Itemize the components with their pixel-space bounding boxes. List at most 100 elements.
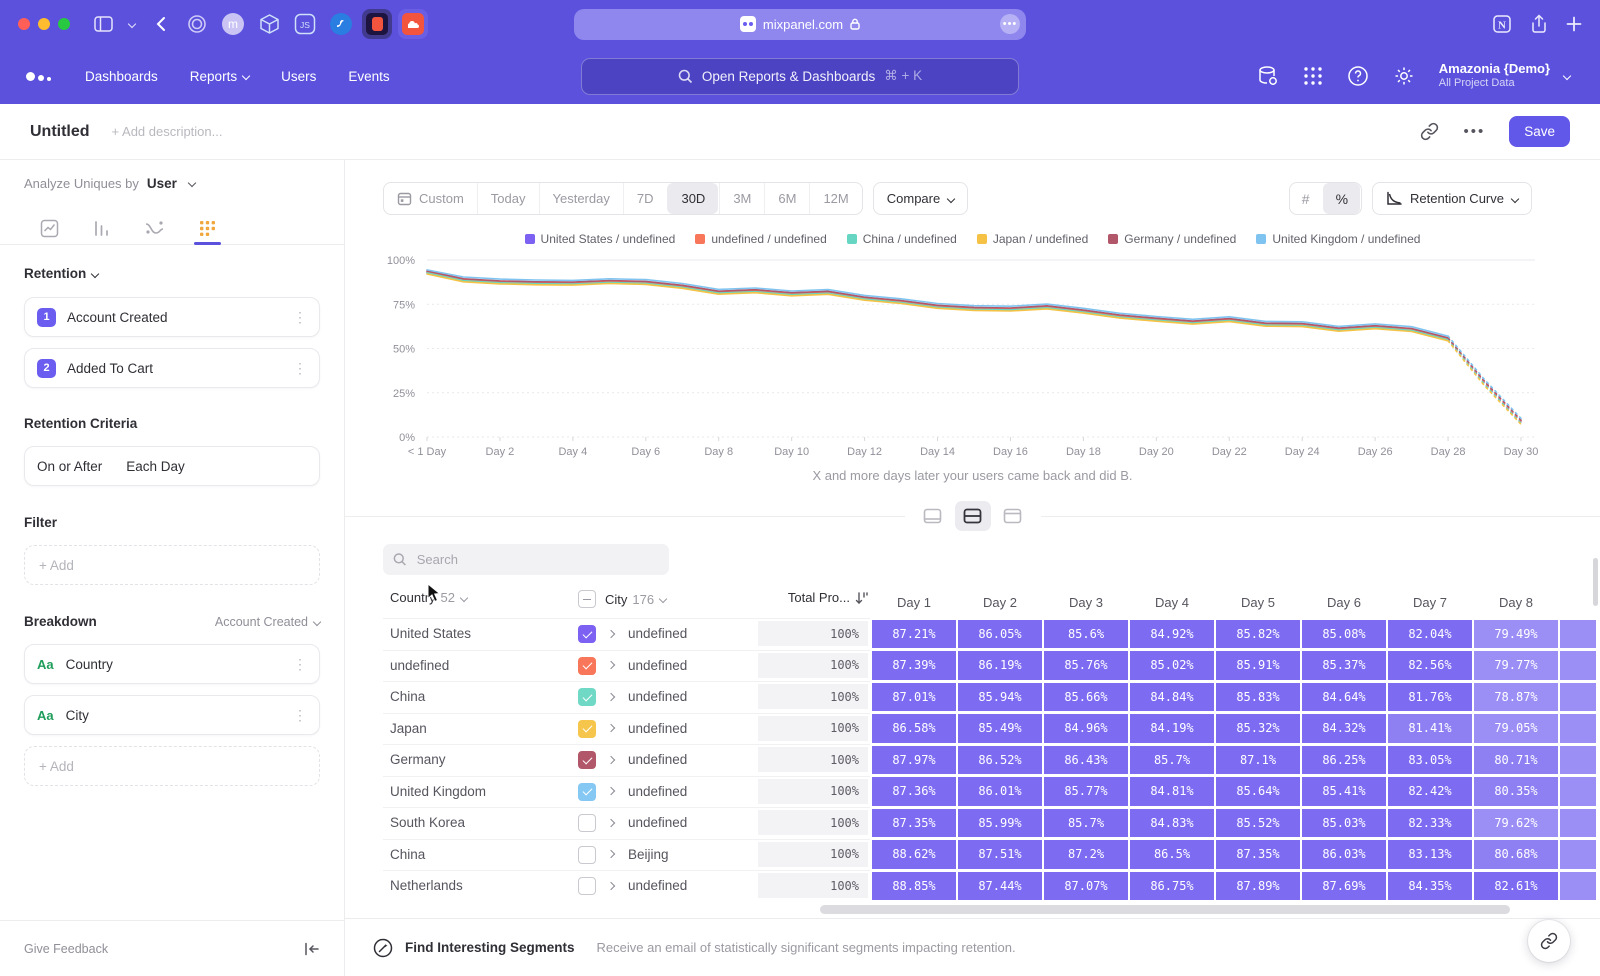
avatar-m-app-icon[interactable]: m bbox=[218, 9, 248, 39]
retention-cell[interactable]: 87.39% bbox=[872, 651, 956, 680]
apps-grid-icon[interactable] bbox=[1303, 66, 1323, 86]
unit-percent-toggle[interactable]: % bbox=[1323, 183, 1360, 214]
retention-cell[interactable]: 86.25% bbox=[1302, 746, 1386, 775]
date-range-yesterday[interactable]: Yesterday bbox=[539, 183, 623, 214]
row-visibility-checkbox[interactable] bbox=[578, 846, 596, 864]
day-column-header[interactable]: Day 7 bbox=[1388, 595, 1472, 610]
retention-cell[interactable]: 85.7% bbox=[1130, 746, 1214, 775]
nav-item-dashboards[interactable]: Dashboards bbox=[85, 69, 158, 84]
save-button[interactable]: Save bbox=[1509, 116, 1570, 147]
retention-cell[interactable]: 87.44% bbox=[958, 872, 1042, 901]
select-all-checkbox[interactable] bbox=[578, 590, 596, 608]
swan-app-icon[interactable] bbox=[326, 9, 356, 39]
retention-cell[interactable]: 88.85% bbox=[872, 872, 956, 901]
address-more-icon[interactable]: ••• bbox=[1000, 14, 1020, 34]
retention-cell[interactable]: 81.76% bbox=[1388, 683, 1472, 712]
retention-cell[interactable]: 78.87% bbox=[1474, 683, 1558, 712]
tab-retention[interactable] bbox=[199, 212, 216, 244]
chart-only-view-icon[interactable] bbox=[915, 501, 951, 531]
retention-cell[interactable]: 82.56% bbox=[1388, 651, 1472, 680]
row-visibility-checkbox[interactable] bbox=[578, 688, 596, 706]
retention-cell[interactable]: 85.7% bbox=[1044, 809, 1128, 838]
legend-item[interactable]: United States / undefined bbox=[525, 232, 676, 246]
settings-gear-icon[interactable] bbox=[1393, 65, 1415, 87]
retention-cell[interactable]: 87.89% bbox=[1216, 872, 1300, 901]
nav-item-users[interactable]: Users bbox=[281, 69, 316, 84]
retention-cell[interactable]: 80.68% bbox=[1474, 840, 1558, 869]
retention-cell[interactable]: 85.37% bbox=[1302, 651, 1386, 680]
retention-cell[interactable]: 86.52% bbox=[958, 746, 1042, 775]
retention-cell[interactable]: 86.19% bbox=[958, 651, 1042, 680]
retention-cell[interactable]: 79.49% bbox=[1474, 620, 1558, 649]
day-column-header[interactable]: Day 4 bbox=[1130, 595, 1214, 610]
maximize-window-button[interactable] bbox=[58, 18, 70, 30]
notion-extension-icon[interactable]: N bbox=[1492, 14, 1512, 34]
share-icon[interactable] bbox=[1530, 14, 1548, 34]
report-title[interactable]: Untitled bbox=[30, 123, 90, 141]
retention-cell[interactable]: 82.42% bbox=[1388, 777, 1472, 806]
tab-flows[interactable] bbox=[144, 212, 165, 244]
retention-cell[interactable]: 87.1% bbox=[1216, 746, 1300, 775]
date-range-12m[interactable]: 12M bbox=[809, 183, 861, 214]
retention-cell[interactable]: 85.52% bbox=[1216, 809, 1300, 838]
retention-cell[interactable]: 87.51% bbox=[958, 840, 1042, 869]
expand-row-icon[interactable] bbox=[608, 776, 614, 808]
retention-cell[interactable]: 79.77% bbox=[1474, 651, 1558, 680]
analyze-value-dropdown[interactable]: User bbox=[147, 176, 177, 191]
horizontal-scrollbar[interactable] bbox=[820, 905, 1510, 914]
add-breakdown-button[interactable]: + Add bbox=[24, 746, 320, 786]
date-range-custom[interactable]: Custom bbox=[384, 183, 477, 214]
retention-cell[interactable]: 87.97% bbox=[872, 746, 956, 775]
country-column-header[interactable]: Country 52 bbox=[390, 590, 467, 605]
retention-cell[interactable]: 85.03% bbox=[1302, 809, 1386, 838]
tab-funnels[interactable] bbox=[93, 212, 110, 244]
mixpanel-logo-icon[interactable] bbox=[26, 72, 51, 81]
legend-item[interactable]: undefined / undefined bbox=[695, 232, 826, 246]
collapse-sidebar-icon[interactable] bbox=[304, 942, 320, 956]
legend-item[interactable]: Japan / undefined bbox=[977, 232, 1088, 246]
row-visibility-checkbox[interactable] bbox=[578, 625, 596, 643]
day-column-header[interactable]: Day 1 bbox=[872, 595, 956, 610]
day-column-header[interactable]: Day 5 bbox=[1216, 595, 1300, 610]
retention-cell[interactable]: 85.76% bbox=[1044, 651, 1128, 680]
retention-cell[interactable]: 84.96% bbox=[1044, 714, 1128, 743]
retention-cell[interactable]: 87.35% bbox=[872, 809, 956, 838]
day-column-header[interactable]: Day 3 bbox=[1044, 595, 1128, 610]
retention-cell[interactable]: 86.5% bbox=[1130, 840, 1214, 869]
split-view-icon[interactable] bbox=[955, 501, 991, 531]
retention-cell[interactable]: 84.83% bbox=[1130, 809, 1214, 838]
add-filter-button[interactable]: + Add bbox=[24, 545, 320, 585]
close-window-button[interactable] bbox=[18, 18, 30, 30]
retention-step-2[interactable]: 2 Added To Cart ⋮ bbox=[24, 348, 320, 388]
retention-cell[interactable]: 86.43% bbox=[1044, 746, 1128, 775]
retention-cell[interactable]: 86.03% bbox=[1302, 840, 1386, 869]
expand-row-icon[interactable] bbox=[608, 713, 614, 745]
retention-cell[interactable]: 85.49% bbox=[958, 714, 1042, 743]
retention-cell[interactable]: 81.41% bbox=[1388, 714, 1472, 743]
row-visibility-checkbox[interactable] bbox=[578, 751, 596, 769]
cube-app-icon[interactable] bbox=[254, 9, 284, 39]
retention-cell[interactable]: 84.19% bbox=[1130, 714, 1214, 743]
retention-cell[interactable]: 85.82% bbox=[1216, 620, 1300, 649]
retention-cell[interactable]: 85.08% bbox=[1302, 620, 1386, 649]
share-link-fab[interactable] bbox=[1528, 920, 1570, 962]
retention-cell[interactable]: 79.62% bbox=[1474, 809, 1558, 838]
date-range-3m[interactable]: 3M bbox=[719, 183, 764, 214]
city-column-header[interactable]: City 176 bbox=[578, 590, 666, 608]
retention-cell[interactable]: 82.61% bbox=[1474, 872, 1558, 901]
day-column-header[interactable]: Day 8 bbox=[1474, 595, 1558, 610]
retention-cell[interactable]: 86.58% bbox=[872, 714, 956, 743]
legend-item[interactable]: China / undefined bbox=[847, 232, 957, 246]
vertical-scrollbar[interactable] bbox=[1593, 558, 1598, 606]
breakdown-event-dropdown[interactable]: Account Created bbox=[215, 615, 320, 629]
date-range-30d[interactable]: 30D bbox=[667, 183, 718, 214]
retention-cell[interactable]: 87.69% bbox=[1302, 872, 1386, 901]
compare-button[interactable]: Compare bbox=[873, 182, 968, 215]
breakdown-country[interactable]: Aa Country ⋮ bbox=[24, 644, 320, 684]
retention-cell[interactable]: 80.35% bbox=[1474, 777, 1558, 806]
retention-cell[interactable]: 85.64% bbox=[1216, 777, 1300, 806]
retention-cell[interactable]: 84.35% bbox=[1388, 872, 1472, 901]
retention-cell[interactable]: 87.07% bbox=[1044, 872, 1128, 901]
retention-section-label[interactable]: Retention bbox=[24, 266, 86, 281]
series-line:undefined / undefined[interactable] bbox=[1448, 339, 1521, 421]
